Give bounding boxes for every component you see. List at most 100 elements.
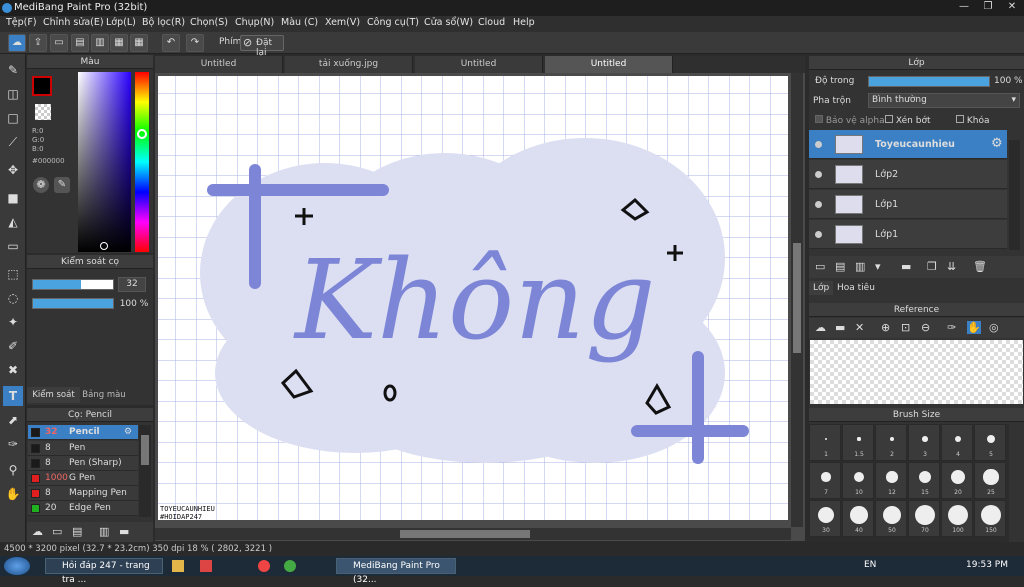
rectangle-tool-icon[interactable]: □ — [3, 108, 23, 128]
redo-icon[interactable]: ↷ — [186, 34, 204, 52]
brush-size-cell[interactable]: 2 — [875, 424, 907, 461]
brush-size-cell[interactable]: 15 — [908, 462, 940, 499]
brush-item-g-pen[interactable]: 1000 G Pen — [28, 471, 138, 486]
hand-icon[interactable]: ✋ — [967, 321, 981, 334]
eraser-tool-icon[interactable]: ◫ — [3, 84, 23, 104]
menu-filter[interactable]: Bộ lọc(R) — [142, 17, 185, 28]
zoom-in-icon[interactable]: ⊕ — [881, 321, 890, 334]
duplicate-layer-icon[interactable]: ❐ — [927, 260, 937, 273]
fit-icon[interactable]: ⊡ — [901, 321, 910, 334]
media-icon[interactable] — [200, 560, 212, 572]
tab-color-palette[interactable]: Bảng màu — [81, 387, 127, 403]
brush-item-pen[interactable]: 8 Pen — [28, 441, 138, 456]
lock-checkbox[interactable] — [956, 115, 964, 123]
undo-icon[interactable]: ↶ — [162, 34, 180, 52]
document-icon[interactable]: ▥ — [91, 34, 109, 52]
brush-opacity-slider[interactable] — [32, 298, 114, 309]
upload-icon[interactable]: ⇪ — [29, 34, 47, 52]
tab-layer[interactable]: Lớp — [809, 281, 834, 295]
brush-size-cell[interactable]: 1 — [809, 424, 841, 461]
brush-size-cell[interactable]: 20 — [941, 462, 973, 499]
brush-settings-icon[interactable]: ⚙ — [124, 425, 132, 440]
eyedropper-icon[interactable]: ✑ — [947, 321, 956, 334]
merge-layer-icon[interactable]: ⇊ — [947, 260, 956, 273]
new-layer-icon[interactable]: ▭ — [815, 260, 825, 273]
comment-icon[interactable]: ▭ — [50, 34, 68, 52]
display-icon[interactable]: ▤ — [71, 34, 89, 52]
brush-size-cell[interactable]: 40 — [842, 500, 874, 537]
start-button[interactable] — [4, 557, 30, 575]
layer-item-lop1-a[interactable]: Lớp1 — [809, 190, 1007, 219]
lock-option[interactable]: Khóa — [956, 115, 990, 126]
drawing-canvas[interactable]: Không TOYEUCAUNHIEU #HOIDAP247 — [155, 73, 805, 541]
hue-cursor[interactable] — [137, 129, 147, 139]
brush-size-cell[interactable]: 7 — [809, 462, 841, 499]
menu-edit[interactable]: Chỉnh sửa(E) — [43, 17, 104, 28]
brush-size-cell[interactable]: 1.5 — [842, 424, 874, 461]
menu-layer[interactable]: Lớp(L) — [106, 17, 136, 28]
magic-wand-tool-icon[interactable]: ✦ — [3, 312, 23, 332]
layer-item-lop2[interactable]: Lớp2 — [809, 160, 1007, 189]
menu-view[interactable]: Xem(V) — [325, 17, 360, 28]
fill-rect-tool-icon[interactable]: ■ — [3, 188, 23, 208]
cloud-icon[interactable]: ☁ — [8, 34, 26, 52]
brush-size-cell[interactable]: 100 — [941, 500, 973, 537]
brush-size-cell[interactable]: 3 — [908, 424, 940, 461]
text-tool-icon[interactable]: T — [3, 386, 23, 406]
menu-select[interactable]: Chọn(S) — [190, 17, 228, 28]
visibility-icon[interactable] — [815, 231, 822, 238]
eyedropper-tool-icon[interactable]: ✑ — [3, 434, 23, 454]
close-button[interactable]: ✕ — [1002, 1, 1022, 15]
delete-layer-icon[interactable]: 🗑 — [973, 260, 987, 273]
clip-checkbox[interactable] — [885, 115, 893, 123]
layer-scrollbar[interactable] — [1009, 140, 1020, 250]
open-folder-icon[interactable]: ▬ — [835, 321, 845, 334]
sv-cursor[interactable] — [100, 242, 108, 250]
tab-untitled-3[interactable]: Untitled — [545, 56, 673, 73]
folder-icon[interactable]: ▬ — [901, 260, 911, 273]
hand-tool-icon[interactable]: ✋ — [3, 484, 23, 504]
chrome-icon[interactable] — [258, 560, 270, 572]
lasso-tool-icon[interactable]: ◌ — [3, 288, 23, 308]
copy-brush-icon[interactable]: ▥ — [99, 525, 109, 538]
cloud-brush-icon[interactable]: ☁ — [32, 525, 43, 538]
hue-slider[interactable] — [135, 72, 149, 252]
tab-tai-xuong[interactable]: tải xuống.jpg — [285, 56, 413, 73]
language-indicator[interactable]: EN — [864, 560, 876, 570]
blend-mode-select[interactable]: Bình thường ▾ — [868, 93, 1020, 108]
visibility-icon[interactable] — [815, 171, 822, 178]
reset-button[interactable]: ⊘ Đặt lại — [240, 35, 284, 58]
menu-cloud[interactable]: Cloud — [478, 17, 505, 28]
palette-icon[interactable]: ❁ — [33, 177, 49, 193]
brush-size-cell[interactable]: 25 — [974, 462, 1006, 499]
cloud-icon[interactable]: ☁ — [815, 321, 826, 334]
minimize-button[interactable]: — — [954, 1, 974, 15]
protect-alpha-option[interactable]: Bảo vệ alpha — [815, 115, 885, 126]
zoom-out-icon[interactable]: ⊖ — [921, 321, 930, 334]
brush-size-cell[interactable]: 30 — [809, 500, 841, 537]
dropper-tool-icon[interactable]: ⚲ — [3, 460, 23, 480]
reset-view-icon[interactable]: ◎ — [989, 321, 999, 334]
brush-size-cell[interactable]: 10 — [842, 462, 874, 499]
maximize-button[interactable]: ❐ — [978, 1, 998, 15]
brush-item-edge-pen[interactable]: 20 Edge Pen — [28, 501, 138, 516]
select-tool-icon[interactable]: ⬚ — [3, 264, 23, 284]
clip-option[interactable]: Xén bớt — [885, 115, 931, 126]
task-medibang[interactable]: MediBang Paint Pro (32... — [336, 558, 456, 585]
operation-tool-icon[interactable]: ⬈ — [3, 410, 23, 430]
layer-settings-icon[interactable]: ⚙ — [991, 136, 1003, 151]
menu-window[interactable]: Cửa sổ(W) — [424, 17, 473, 28]
select-eraser-tool-icon[interactable]: ✖ — [3, 360, 23, 380]
menu-capture[interactable]: Chụp(N) — [235, 17, 274, 28]
move-tool-icon[interactable]: ✥ — [3, 160, 23, 180]
tab-untitled-2[interactable]: Untitled — [415, 56, 543, 73]
menu-tools[interactable]: Công cụ(T) — [367, 17, 419, 28]
new-halftone-layer-icon[interactable]: ▤ — [835, 260, 845, 273]
brush-size-cell[interactable]: 50 — [875, 500, 907, 537]
tab-untitled-1[interactable]: Untitled — [155, 56, 283, 73]
brush-item-pencil[interactable]: 32 Pencil ⚙ — [28, 425, 138, 440]
line-tool-icon[interactable]: ⟋ — [3, 132, 23, 152]
menu-file[interactable]: Tệp(F) — [6, 17, 37, 28]
tab-brush-control[interactable]: Kiểm soát cọ — [27, 387, 80, 416]
layer-opacity-slider[interactable] — [868, 76, 990, 87]
